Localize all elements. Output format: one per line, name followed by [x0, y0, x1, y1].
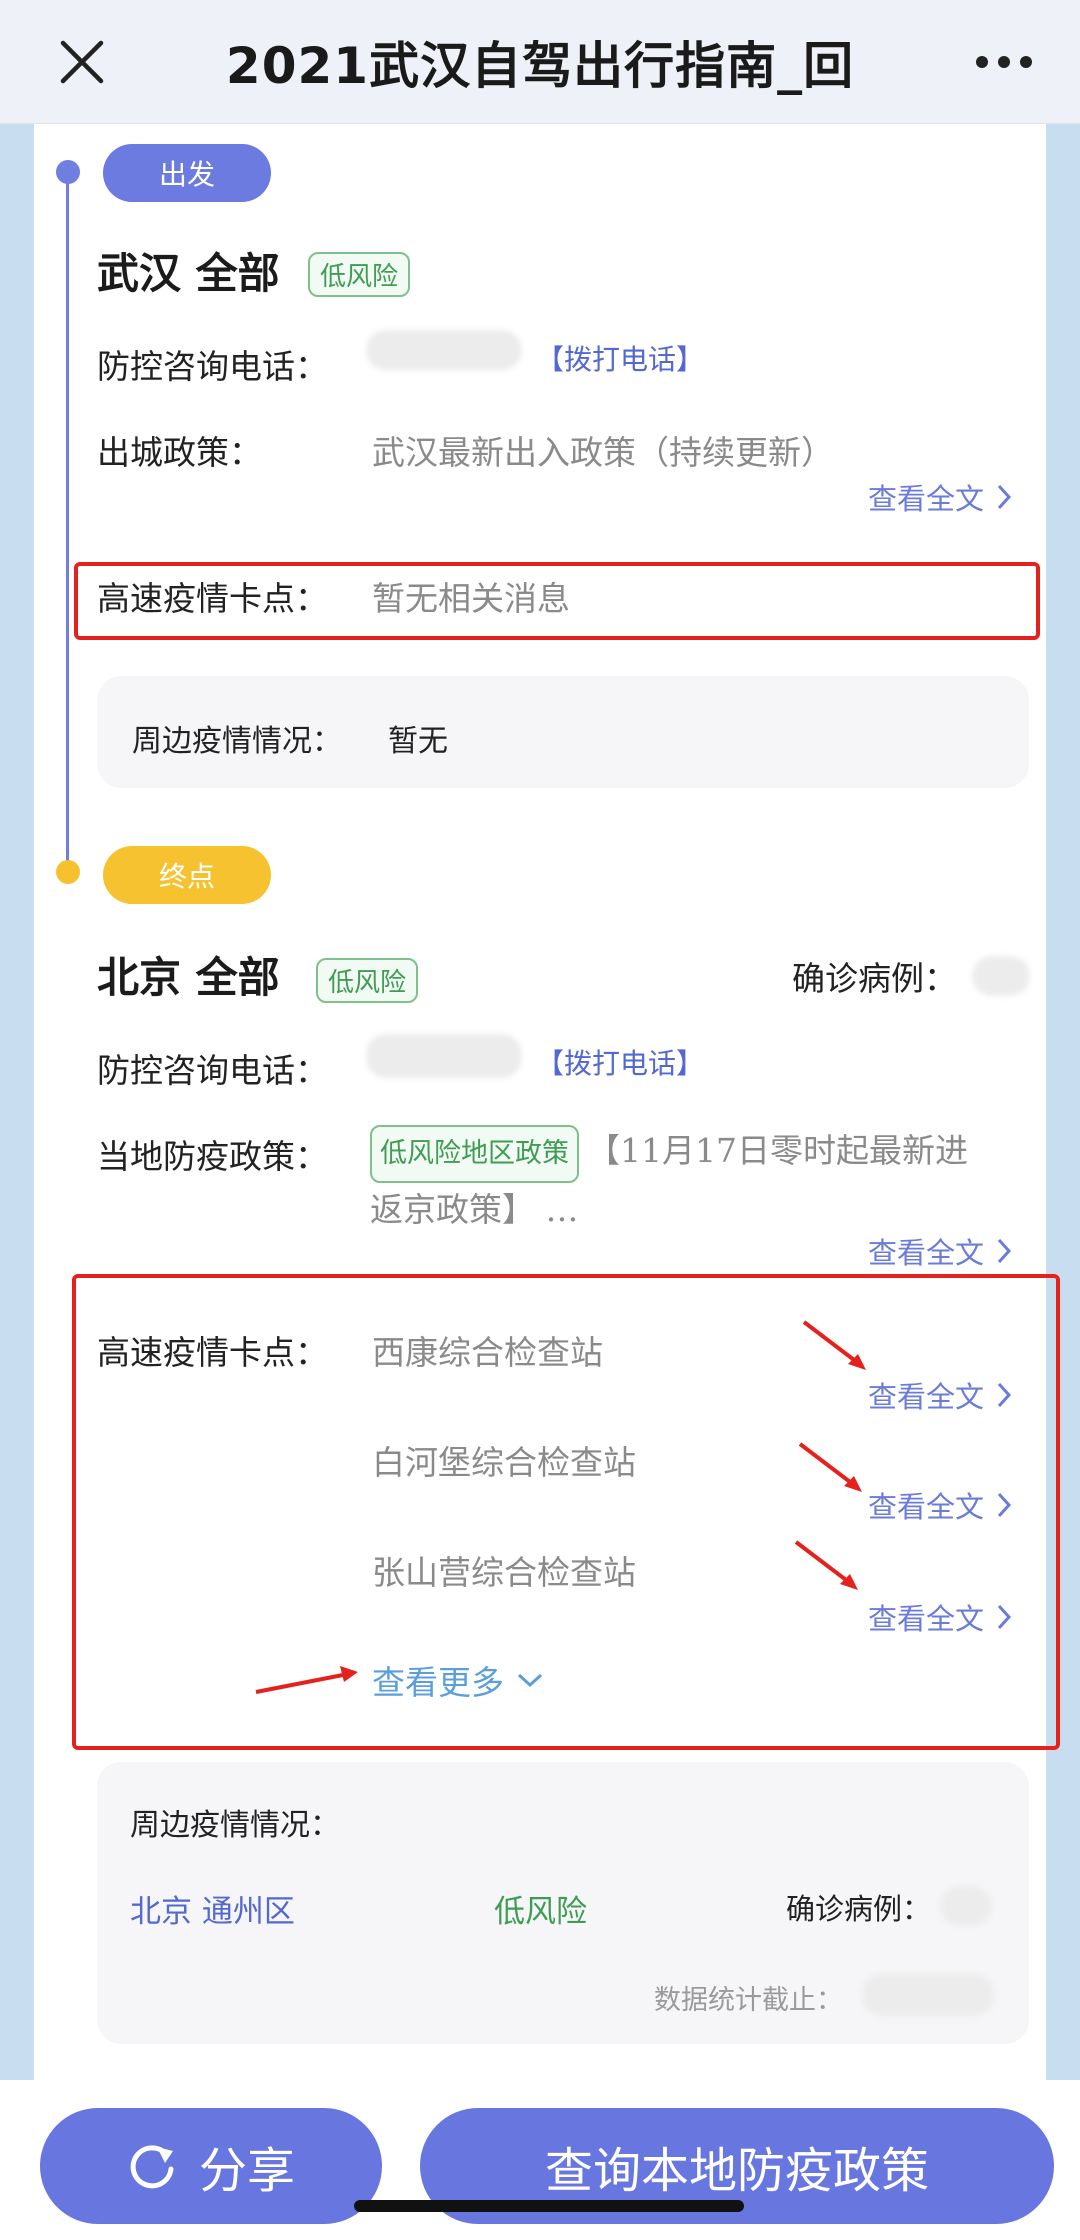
checkpoint-name[interactable]: 张山营综合检查站	[372, 1546, 636, 1594]
chevron-down-icon	[517, 1673, 543, 1688]
more-button[interactable]	[964, 32, 1044, 92]
checkpoint-name[interactable]: 白河堡综合检查站	[372, 1436, 636, 1484]
more-icon	[976, 56, 1032, 68]
district-confirmed-label: 确诊病例：	[786, 1892, 932, 1926]
district-link[interactable]: 北京 通州区	[130, 1886, 295, 1931]
end-policy-text[interactable]: 低风险地区政策 【11月17日零时起最新进 返京政策】 …	[370, 1124, 1010, 1237]
policy-line-1: 【11月17日零时起最新进	[587, 1131, 968, 1170]
start-risk-badge: 低风险	[308, 252, 411, 297]
end-surrounding-label: 周边疫情情况：	[130, 1808, 340, 1843]
end-pill: 终点	[103, 846, 271, 904]
timeline-line	[66, 172, 69, 872]
blurred-phone-number-end	[366, 1034, 522, 1078]
start-dot	[56, 160, 80, 184]
start-pill: 出发	[103, 144, 271, 202]
end-dot	[56, 860, 80, 884]
start-surrounding-value: 暂无	[388, 724, 448, 759]
blurred-district-count	[940, 1886, 992, 1926]
page-title: 2021武汉自驾出行指南_回	[225, 36, 855, 95]
end-risk-badge: 低风险	[316, 958, 419, 1003]
chevron-right-icon	[997, 1492, 1012, 1518]
start-city-title: 武汉 全部	[97, 249, 280, 298]
bottom-action-bar: 分享 查询本地防疫政策	[0, 2080, 1080, 2240]
close-button[interactable]	[52, 32, 112, 92]
share-label: 分享	[198, 2143, 295, 2199]
stats-date-label: 数据统计截止：	[654, 1985, 843, 2016]
view-more-link[interactable]: 查看更多	[372, 1656, 544, 1704]
checkpoint-view-full-link[interactable]: 查看全文	[868, 1374, 1012, 1416]
blurred-stats-date	[862, 1974, 994, 2016]
start-checkpoint-value: 暂无相关消息	[372, 579, 570, 618]
top-navbar: 2021武汉自驾出行指南_回	[0, 0, 1080, 124]
blurred-phone-number	[366, 330, 522, 370]
chevron-right-icon	[997, 1382, 1012, 1408]
home-indicator	[354, 2200, 744, 2212]
end-phone-label: 防控咨询电话：	[97, 1051, 328, 1090]
low-risk-policy-tag: 低风险地区政策	[370, 1125, 579, 1183]
view-more-label: 查看更多	[372, 1663, 504, 1702]
start-view-full-link[interactable]: 查看全文	[868, 476, 1012, 518]
annotation-arrow-icon	[798, 1442, 862, 1492]
end-policy-view-full-link[interactable]: 查看全文	[868, 1230, 1012, 1272]
start-phone-label: 防控咨询电话：	[97, 347, 328, 386]
checkpoint-view-full-link[interactable]: 查看全文	[868, 1596, 1012, 1638]
annotation-arrow-icon	[794, 1540, 858, 1590]
chevron-right-icon	[997, 1604, 1012, 1630]
query-label: 查询本地防疫政策	[544, 2143, 929, 2199]
end-policy-label: 当地防疫政策：	[97, 1137, 328, 1176]
blurred-confirmed-count	[972, 956, 1030, 996]
annotation-arrow-icon	[802, 1320, 866, 1370]
chevron-right-icon	[997, 484, 1012, 510]
view-full-label: 查看全文	[868, 1380, 985, 1414]
share-button[interactable]: 分享	[40, 2108, 382, 2224]
checkpoint-view-full-link[interactable]: 查看全文	[868, 1484, 1012, 1526]
background-strip-right	[1046, 124, 1080, 2084]
annotation-arrow-icon	[255, 1666, 358, 1694]
view-full-label: 查看全文	[868, 1236, 985, 1270]
view-full-label: 查看全文	[868, 1602, 985, 1636]
start-policy-label: 出城政策：	[97, 433, 262, 472]
background-strip-left	[0, 124, 34, 2084]
start-policy-value[interactable]: 武汉最新出入政策（持续更新）	[372, 426, 834, 474]
district-risk: 低风险	[494, 1894, 587, 1930]
end-checkpoint-label: 高速疫情卡点：	[97, 1333, 328, 1372]
chevron-right-icon	[997, 1238, 1012, 1264]
view-full-label: 查看全文	[868, 482, 985, 516]
end-call-link[interactable]: 【拨打电话】	[536, 1042, 704, 1082]
share-icon	[130, 2145, 174, 2189]
view-full-label: 查看全文	[868, 1490, 985, 1524]
policy-line-2: 返京政策】 …	[370, 1190, 579, 1229]
end-city-title: 北京 全部	[97, 953, 280, 1002]
close-icon	[60, 40, 104, 84]
end-confirmed-label: 确诊病例：	[792, 959, 957, 998]
start-checkpoint-label: 高速疫情卡点：	[97, 579, 328, 618]
start-surrounding-label: 周边疫情情况：	[132, 724, 342, 759]
checkpoint-name[interactable]: 西康综合检查站	[372, 1326, 603, 1374]
start-call-link[interactable]: 【拨打电话】	[536, 338, 704, 378]
